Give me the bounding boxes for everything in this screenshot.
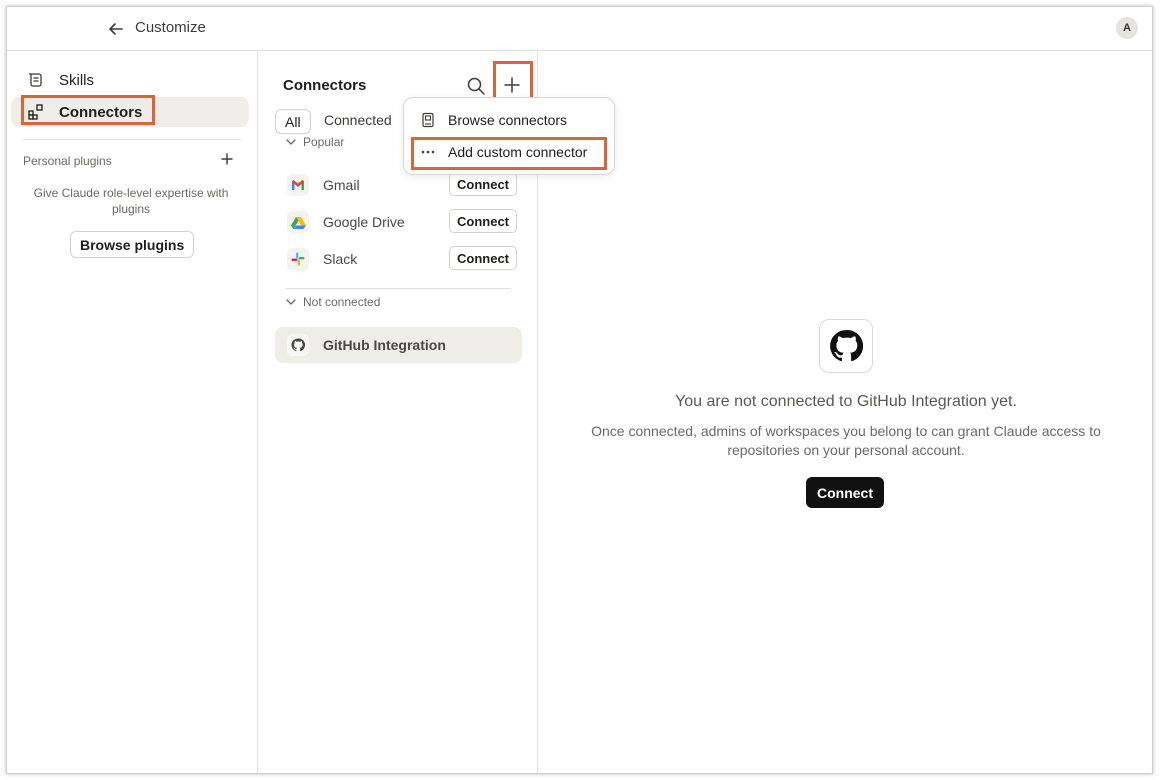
back-arrow-icon[interactable]	[105, 18, 127, 40]
browse-plugins-button[interactable]: Browse plugins	[70, 231, 195, 258]
connect-google-drive-button[interactable]: Connect	[449, 209, 517, 233]
connect-github-button[interactable]: Connect	[806, 477, 884, 508]
left-sidebar: Skills Connectors Personal plugins Give …	[7, 51, 258, 773]
section-popular[interactable]: Popular	[285, 135, 344, 149]
plugins-description: Give Claude role-level expertise with pl…	[33, 186, 229, 216]
connector-name: Google Drive	[323, 214, 405, 230]
app-window: Customize A Skills Connectors Personal p…	[6, 6, 1153, 774]
connect-slack-button[interactable]: Connect	[449, 246, 517, 270]
github-icon	[819, 319, 873, 373]
section-label: Not connected	[303, 295, 381, 309]
tab-connected[interactable]: Connected	[324, 112, 392, 128]
tab-all[interactable]: All	[275, 109, 311, 134]
github-icon	[287, 334, 309, 356]
add-plugin-plus-icon[interactable]	[217, 149, 237, 169]
section-label: Popular	[303, 135, 345, 149]
list-item[interactable]: Google Drive Connect	[287, 208, 517, 236]
section-not-connected[interactable]: Not connected	[285, 295, 380, 309]
chevron-down-icon	[286, 299, 296, 305]
more-dots-icon	[421, 150, 435, 154]
connectors-icon	[28, 104, 43, 120]
plugins-section-title: Personal plugins	[23, 154, 112, 168]
connector-name: Slack	[323, 251, 358, 267]
list-item[interactable]: Slack Connect	[287, 245, 517, 273]
connect-gmail-button[interactable]: Connect	[449, 172, 517, 196]
page-title: Customize	[135, 19, 206, 36]
connector-name: GitHub Integration	[323, 337, 446, 353]
book-icon	[422, 112, 434, 128]
connectors-panel-title: Connectors	[283, 77, 367, 94]
gmail-icon	[287, 174, 309, 196]
sidebar-item-label: Connectors	[59, 103, 143, 121]
not-connected-title: You are not connected to GitHub Integrat…	[675, 393, 1017, 410]
sidebar-item-connectors[interactable]: Connectors	[11, 97, 249, 127]
slack-icon	[287, 248, 309, 270]
avatar[interactable]: A	[1116, 17, 1138, 39]
skills-icon	[28, 73, 42, 87]
chevron-down-icon	[286, 139, 296, 145]
top-bar: Customize A	[7, 7, 1152, 51]
sidebar-item-label: Skills	[59, 71, 95, 89]
google-drive-icon	[287, 211, 309, 233]
list-item-github[interactable]: GitHub Integration	[275, 327, 522, 363]
search-icon[interactable]	[465, 75, 487, 97]
sidebar-item-skills[interactable]: Skills	[11, 65, 249, 95]
connector-name: Gmail	[323, 177, 360, 193]
not-connected-description: Once connected, admins of workspaces you…	[591, 423, 1101, 458]
divider	[23, 139, 241, 140]
plus-icon	[504, 77, 520, 93]
list-item[interactable]: Gmail Connect	[287, 171, 517, 199]
connector-detail-panel: You are not connected to GitHub Integrat…	[539, 51, 1152, 773]
divider	[285, 288, 511, 289]
